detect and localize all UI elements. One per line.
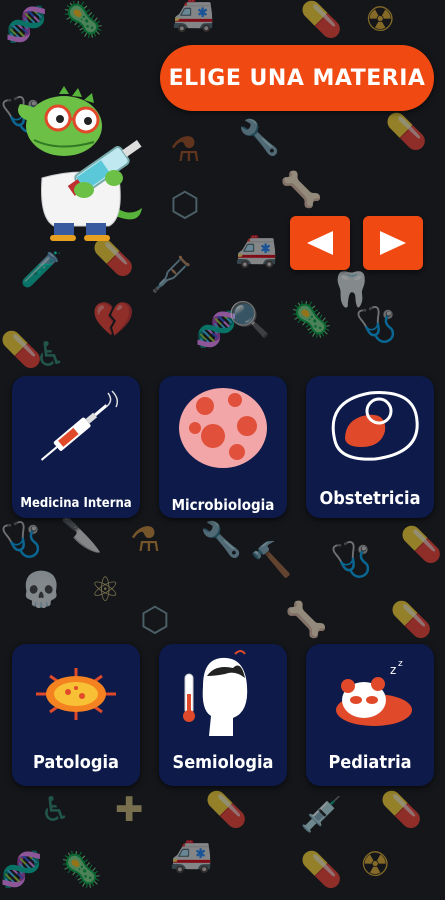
tool-icon: 🔧	[238, 118, 281, 158]
wheelchair-icon: ♿	[35, 335, 66, 375]
svg-text:z: z	[390, 663, 396, 677]
stethoscope-icon-2: 🩺	[355, 305, 398, 345]
bone-icon: 🦴	[280, 170, 323, 210]
dna-icon-3: 🧬	[0, 850, 43, 890]
wrench-icon: 🔧	[200, 520, 243, 560]
pill-icon: 💊	[300, 0, 343, 40]
ambulance-icon-3: 🚑	[170, 835, 213, 875]
molecule-icon-2: ⚛	[90, 570, 121, 610]
subject-label: Obstetricia	[319, 488, 421, 509]
molecule-icon-3: ⬡	[140, 600, 170, 640]
virus-icon	[36, 668, 116, 720]
subject-label: Semiologia	[172, 752, 274, 773]
flask-red-icon: 🧪	[20, 250, 63, 290]
sperm-icon: 🦠	[290, 300, 333, 340]
prev-button[interactable]	[290, 216, 350, 270]
subject-label: Medicina Interna	[20, 496, 132, 511]
syringe-icon-bg: 💉	[300, 795, 343, 835]
virus-icon: 🦠	[62, 0, 105, 40]
radiation-icon-2: ☢	[360, 845, 391, 885]
crutch-icon: 🩼	[150, 255, 193, 295]
stethoscope-icon-3: 🩺	[0, 520, 43, 560]
dna-icon: 🧬	[5, 5, 48, 45]
pill-icon-5: 💊	[380, 790, 423, 830]
virus-icon-2: 🦠	[60, 850, 103, 890]
subject-label: Pediatria	[328, 752, 412, 773]
pill-bottle-icon: 💊	[385, 112, 428, 152]
wheelchair-icon-2: ♿	[40, 790, 71, 830]
subject-card-obstetricia[interactable]: Obstetricia	[306, 376, 434, 518]
pill-box-icon: 💊	[92, 238, 135, 278]
bacteria-icon	[179, 388, 267, 468]
subject-card-patologia[interactable]: Patologia	[12, 644, 140, 786]
pill-icon-4: 💊	[205, 790, 248, 830]
pill-bottle-icon-2: 💊	[390, 600, 433, 640]
magnifier-icon: 🔍	[228, 300, 271, 340]
subject-label: Patologia	[33, 752, 119, 773]
pill-icon-6: 💊	[300, 850, 343, 890]
ambulance-icon-2: 🚑	[235, 230, 278, 270]
subject-card-microbiologia[interactable]: Microbiologia	[159, 376, 287, 518]
sleeping-panda-icon: z z	[336, 659, 412, 726]
subject-card-pediatria[interactable]: z z Pediatria	[306, 644, 434, 786]
subject-card-semiologia[interactable]: Semiologia	[159, 644, 287, 786]
triangle-right-icon	[380, 231, 406, 255]
pill-icon-3: 💊	[400, 525, 443, 565]
radiation-icon: ☢	[365, 0, 396, 40]
triangle-left-icon	[307, 231, 333, 255]
page-title: ELIGE UNA MATERIA	[160, 45, 434, 111]
mascot-doctor-icon	[18, 86, 142, 241]
patient-thermometer-icon	[183, 650, 248, 736]
bone-icon-2: 🦴	[285, 600, 328, 640]
molecule-icon: ⬡	[170, 185, 200, 225]
subject-card-medicina-interna[interactable]: Medicina Interna	[12, 376, 140, 518]
syringe-icon	[40, 390, 119, 461]
heart-icon: 💔	[92, 300, 135, 340]
next-button[interactable]	[363, 216, 423, 270]
hammer-icon: 🔨	[250, 540, 293, 580]
skeleton-icon: 💀	[20, 570, 63, 610]
scalpel-icon: 🔪	[60, 515, 103, 555]
subject-label: Microbiologia	[171, 496, 275, 514]
ambulance-icon: 🚑	[172, 0, 215, 34]
fetus-icon	[331, 391, 419, 461]
cross-icon: ✚	[115, 790, 144, 830]
stethoscope-icon-4: 🩺	[330, 540, 373, 580]
tooth-icon: 🦷	[330, 270, 373, 310]
flask-icon-2: ⚗	[130, 520, 161, 560]
svg-text:z: z	[398, 659, 403, 669]
flask-icon: ⚗	[170, 130, 201, 170]
